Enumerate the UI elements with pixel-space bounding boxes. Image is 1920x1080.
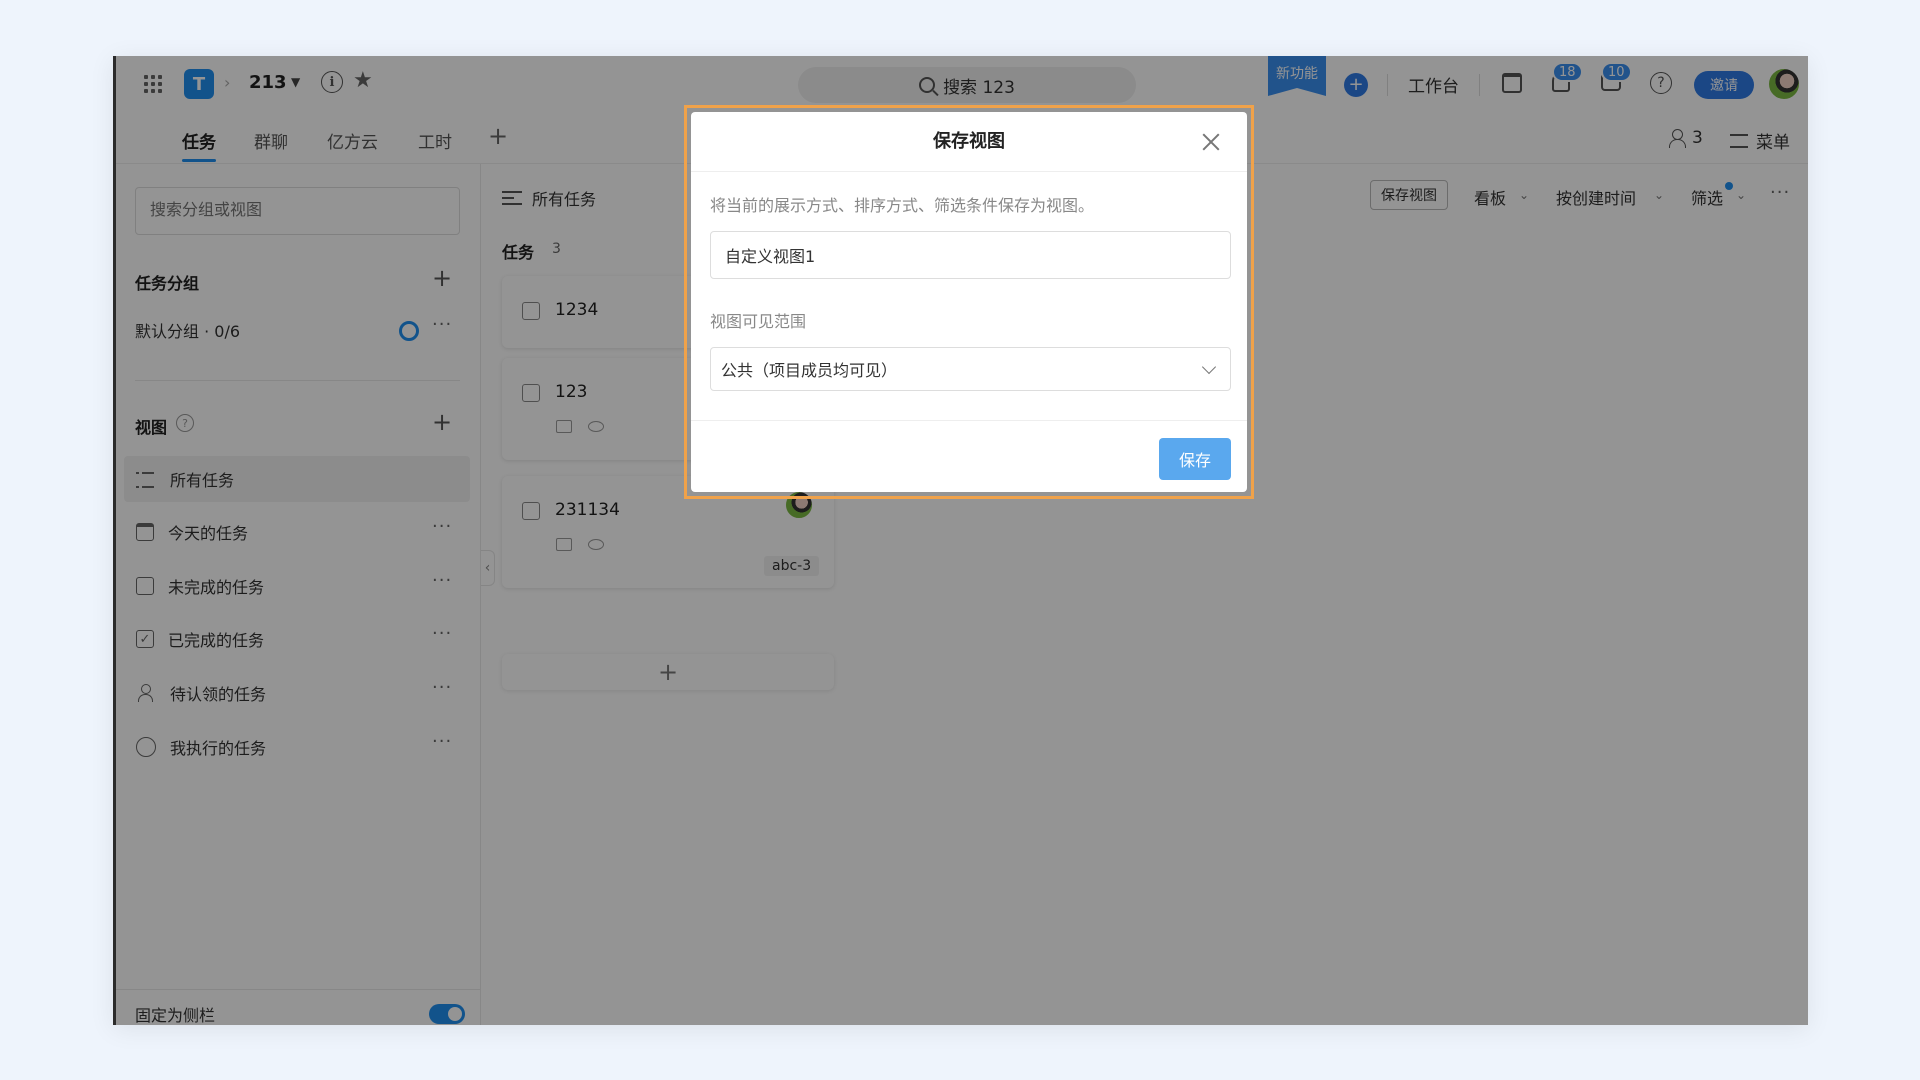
scope-label: 视图可见范围 xyxy=(710,312,807,331)
close-icon[interactable] xyxy=(1201,132,1221,152)
dialog-description: 将当前的展示方式、排序方式、筛选条件保存为视图。 xyxy=(710,196,1095,215)
modal-highlight-frame: 保存视图 将当前的展示方式、排序方式、筛选条件保存为视图。 视图可见范围 公共（… xyxy=(684,105,1254,499)
chevron-down-icon xyxy=(1201,359,1217,375)
save-button[interactable]: 保存 xyxy=(1159,438,1231,480)
view-name-input[interactable] xyxy=(710,231,1231,279)
scope-value: 公共（项目成员均可见） xyxy=(721,361,898,380)
divider xyxy=(691,420,1247,421)
scope-select[interactable]: 公共（项目成员均可见） xyxy=(710,347,1231,391)
dialog-title: 保存视图 xyxy=(691,112,1247,172)
save-view-dialog: 保存视图 将当前的展示方式、排序方式、筛选条件保存为视图。 视图可见范围 公共（… xyxy=(691,112,1247,492)
